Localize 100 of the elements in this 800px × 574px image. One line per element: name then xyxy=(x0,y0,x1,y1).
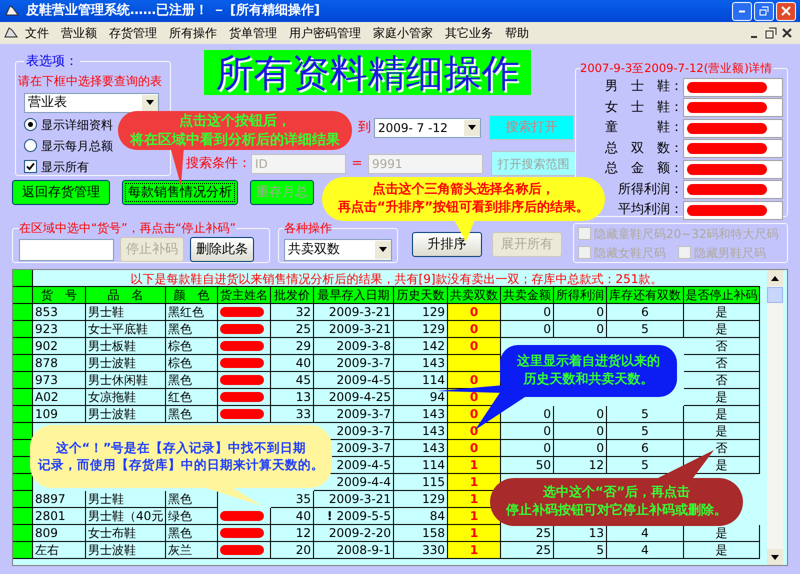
option-label: 显示所有 xyxy=(41,158,89,176)
table-cell: 是 xyxy=(684,542,760,559)
button[interactable]: 每款销售情况分析 xyxy=(122,180,238,205)
operator-label: = xyxy=(350,154,364,173)
checkmark-icon xyxy=(26,162,35,171)
table-cell: 12 xyxy=(554,457,607,474)
table-cell: 棕色 xyxy=(166,355,218,372)
summary-label: 童 鞋： xyxy=(605,119,683,138)
restore-button[interactable] xyxy=(754,2,774,20)
table-cell: 否 xyxy=(684,372,760,389)
radio-button[interactable] xyxy=(24,118,37,131)
button[interactable]: 返回存货管理 xyxy=(12,180,110,205)
row-header[interactable] xyxy=(13,355,33,372)
row-header[interactable] xyxy=(13,542,33,559)
option-label: 显示每月总额 xyxy=(41,138,113,154)
table-cell: 2008-9-1 xyxy=(314,542,394,559)
option-label: 隐藏男鞋尺码 xyxy=(694,244,766,262)
table-cell: 40 xyxy=(271,355,314,372)
menu-item[interactable]: 货单管理 xyxy=(223,24,283,42)
row-header[interactable] xyxy=(13,304,33,321)
column-header[interactable]: 最早存入日期 xyxy=(314,287,394,304)
table-cell: 男士波鞋 xyxy=(86,406,166,423)
scrollbar[interactable] xyxy=(767,270,783,565)
row-header[interactable] xyxy=(13,372,33,389)
restore-icon[interactable] xyxy=(765,27,777,39)
table-cell: 4 xyxy=(607,542,684,559)
date-field[interactable]: 2009- 7 -12 xyxy=(374,118,481,138)
callout-text: 点击这个三角箭头选择名称后， 再点击“升排序”按钮可看到排序后的结果。 xyxy=(338,181,590,217)
row-header[interactable] xyxy=(13,491,33,508)
table-cell: 35 xyxy=(271,491,314,508)
table-cell: 973 xyxy=(33,372,86,389)
column-header[interactable]: 所得利润 xyxy=(554,287,607,304)
summary-label: 女 士 鞋： xyxy=(605,98,683,117)
table-cell: 5 xyxy=(607,321,684,338)
scroll-up-icon[interactable] xyxy=(767,270,783,286)
table-cell: 809 xyxy=(33,525,86,542)
table-cell: 1 xyxy=(448,508,501,525)
column-header[interactable]: 货主姓名 xyxy=(218,287,271,304)
row-header[interactable] xyxy=(13,338,33,355)
table-cell: 否 xyxy=(684,355,760,372)
row-header[interactable] xyxy=(13,508,33,525)
table-cell: 女士布鞋 xyxy=(86,525,166,542)
callout-text: 这里显示着自进货以来的 历史天数和共卖天数。 xyxy=(517,353,660,389)
table-cell: 0 xyxy=(501,440,554,457)
column-header[interactable]: 共卖金额 xyxy=(501,287,554,304)
row-header[interactable] xyxy=(13,389,33,406)
column-header[interactable]: 共卖双数 xyxy=(448,287,501,304)
table-cell: A02 xyxy=(33,389,86,406)
column-header[interactable]: 是否停止补码 xyxy=(684,287,760,304)
table-select[interactable]: 营业表 xyxy=(24,92,159,112)
column-header[interactable]: 历史天数 xyxy=(394,287,448,304)
row-header[interactable] xyxy=(13,525,33,542)
table-cell: 0 xyxy=(448,423,501,440)
close-button[interactable] xyxy=(776,2,796,20)
search-label: 搜索条件： xyxy=(186,154,251,173)
table-cell: 0 xyxy=(501,304,554,321)
menu-item[interactable]: 营业额 xyxy=(55,24,103,42)
column-header[interactable]: 颜 色 xyxy=(166,287,218,304)
flag-mark: ! xyxy=(327,508,333,524)
table-cell: 5 xyxy=(607,423,684,440)
table-cell: 黑色 xyxy=(166,406,218,423)
minimize-button[interactable] xyxy=(732,2,752,20)
menu-item[interactable]: 所有操作 xyxy=(163,24,223,42)
radio-button[interactable] xyxy=(24,139,37,152)
menu-item[interactable]: 帮助 xyxy=(499,24,535,42)
menu-item[interactable]: 其它业务 xyxy=(439,24,499,42)
checkbox[interactable] xyxy=(24,160,37,173)
scroll-thumb[interactable] xyxy=(767,287,783,303)
table-cell: 男士板鞋 xyxy=(86,338,166,355)
menu-item[interactable]: 用户密码管理 xyxy=(283,24,367,42)
table-cell: 0 xyxy=(501,321,554,338)
table-cell: 902 xyxy=(33,338,86,355)
close-icon[interactable] xyxy=(781,27,793,39)
callout-text: 选中这个“否”后，再点击 停止补码按钮可对它停止补码或删除。 xyxy=(506,484,727,520)
table-cell: 25 xyxy=(501,542,554,559)
group-title: 各种操作 xyxy=(284,220,332,237)
table-cell: 853 xyxy=(33,304,86,321)
sort-field-select[interactable]: 共卖双数 xyxy=(284,238,392,260)
menu-item[interactable]: 家庭小管家 xyxy=(367,24,439,42)
group-title: 2007-9-3至2009-7-12(营业额)详情 xyxy=(580,60,773,77)
column-header[interactable]: 批发价 xyxy=(271,287,314,304)
callout-text: 点击这个按钮后， 将在区域中看到分析后的详细结果 xyxy=(130,112,340,150)
button[interactable]: 升排序 xyxy=(412,232,482,257)
table-cell: 40 xyxy=(271,508,314,525)
table-cell xyxy=(448,355,501,372)
row-header[interactable] xyxy=(13,321,33,338)
row-header[interactable] xyxy=(13,423,33,440)
column-header[interactable]: 品 名 xyxy=(86,287,166,304)
menu-item[interactable]: 文件 xyxy=(19,24,55,42)
column-header[interactable]: 库存还有双数 xyxy=(607,287,684,304)
summary-label: 总 双 数： xyxy=(605,140,683,158)
table-cell: 是 xyxy=(684,321,760,338)
column-header[interactable]: 货 号 xyxy=(33,287,86,304)
button[interactable]: 删除此条 xyxy=(190,237,254,262)
row-header[interactable] xyxy=(13,474,33,491)
input-field[interactable] xyxy=(19,238,114,260)
table-cell: 0 xyxy=(448,372,501,389)
table-cell: 0 xyxy=(554,304,607,321)
menu-item[interactable]: 存货管理 xyxy=(103,24,163,42)
row-header[interactable] xyxy=(13,406,33,423)
